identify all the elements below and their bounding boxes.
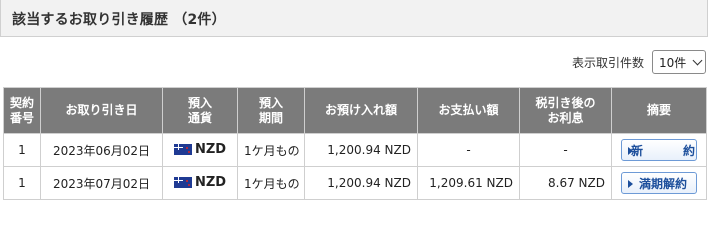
play-arrow-icon bbox=[628, 180, 633, 188]
col-date: お取り引き日 bbox=[40, 87, 163, 134]
play-arrow-icon bbox=[628, 147, 633, 155]
nz-flag-icon bbox=[173, 144, 192, 155]
currency-code: NZD bbox=[194, 142, 227, 157]
col-deposit: お預け入れ額 bbox=[304, 87, 418, 134]
interest-cell: 8.67 NZD bbox=[519, 166, 612, 200]
currency-code: NZD bbox=[194, 175, 227, 190]
maturity-cancel-button[interactable]: 満期解約 bbox=[621, 172, 697, 194]
deposit-cell: 1,200.94 NZD bbox=[304, 133, 418, 167]
contract-no-cell: 1 bbox=[3, 166, 41, 200]
currency-cell: NZD bbox=[162, 133, 238, 167]
results-header: 該当するお取り引き履歴 （2件） bbox=[0, 0, 708, 37]
deposit-cell: 1,200.94 NZD bbox=[304, 166, 418, 200]
contract-no-cell: 1 bbox=[3, 133, 41, 167]
transaction-history-table: 契約 番号 お取り引き日 預入 通貨 預入 期間 お預け入れ額 お支払い額 税引… bbox=[3, 87, 707, 200]
col-summary: 摘要 bbox=[611, 87, 707, 134]
col-currency: 預入 通貨 bbox=[162, 87, 238, 134]
period-cell: 1ケ月もの bbox=[237, 166, 305, 200]
payment-cell: - bbox=[417, 133, 520, 167]
summary-cell: 満期解約 bbox=[611, 166, 707, 200]
display-count-filter: 表示取引件数 10件 bbox=[572, 50, 706, 74]
new-contract-button[interactable]: 新 約 bbox=[621, 139, 697, 161]
period-cell: 1ケ月もの bbox=[237, 133, 305, 167]
display-count-select[interactable]: 10件 bbox=[652, 50, 706, 74]
col-contract-no: 契約 番号 bbox=[3, 87, 41, 134]
col-payment: お支払い額 bbox=[417, 87, 520, 134]
display-count-label: 表示取引件数 bbox=[571, 55, 644, 70]
date-cell: 2023年07月02日 bbox=[40, 166, 163, 200]
currency-cell: NZD bbox=[162, 166, 238, 200]
summary-cell: 新 約 bbox=[611, 133, 707, 167]
page-title: 該当するお取り引き履歴 （2件） bbox=[12, 12, 226, 28]
chevron-down-icon bbox=[692, 55, 703, 65]
display-count-value: 10件 bbox=[659, 55, 687, 70]
table-row: 1 2023年06月02日 NZD 1ケ月もの 1,200.94 NZD - -… bbox=[3, 133, 707, 167]
table-header-row: 契約 番号 お取り引き日 預入 通貨 預入 期間 お預け入れ額 お支払い額 税引… bbox=[3, 87, 707, 134]
col-period: 預入 期間 bbox=[237, 87, 305, 134]
nz-flag-icon bbox=[173, 177, 192, 188]
col-interest: 税引き後の お利息 bbox=[519, 87, 612, 134]
table-row: 1 2023年07月02日 NZD 1ケ月もの 1,200.94 NZD 1,2… bbox=[3, 166, 707, 200]
interest-cell: - bbox=[519, 133, 612, 167]
date-cell: 2023年06月02日 bbox=[40, 133, 163, 167]
payment-cell: 1,209.61 NZD bbox=[417, 166, 520, 200]
